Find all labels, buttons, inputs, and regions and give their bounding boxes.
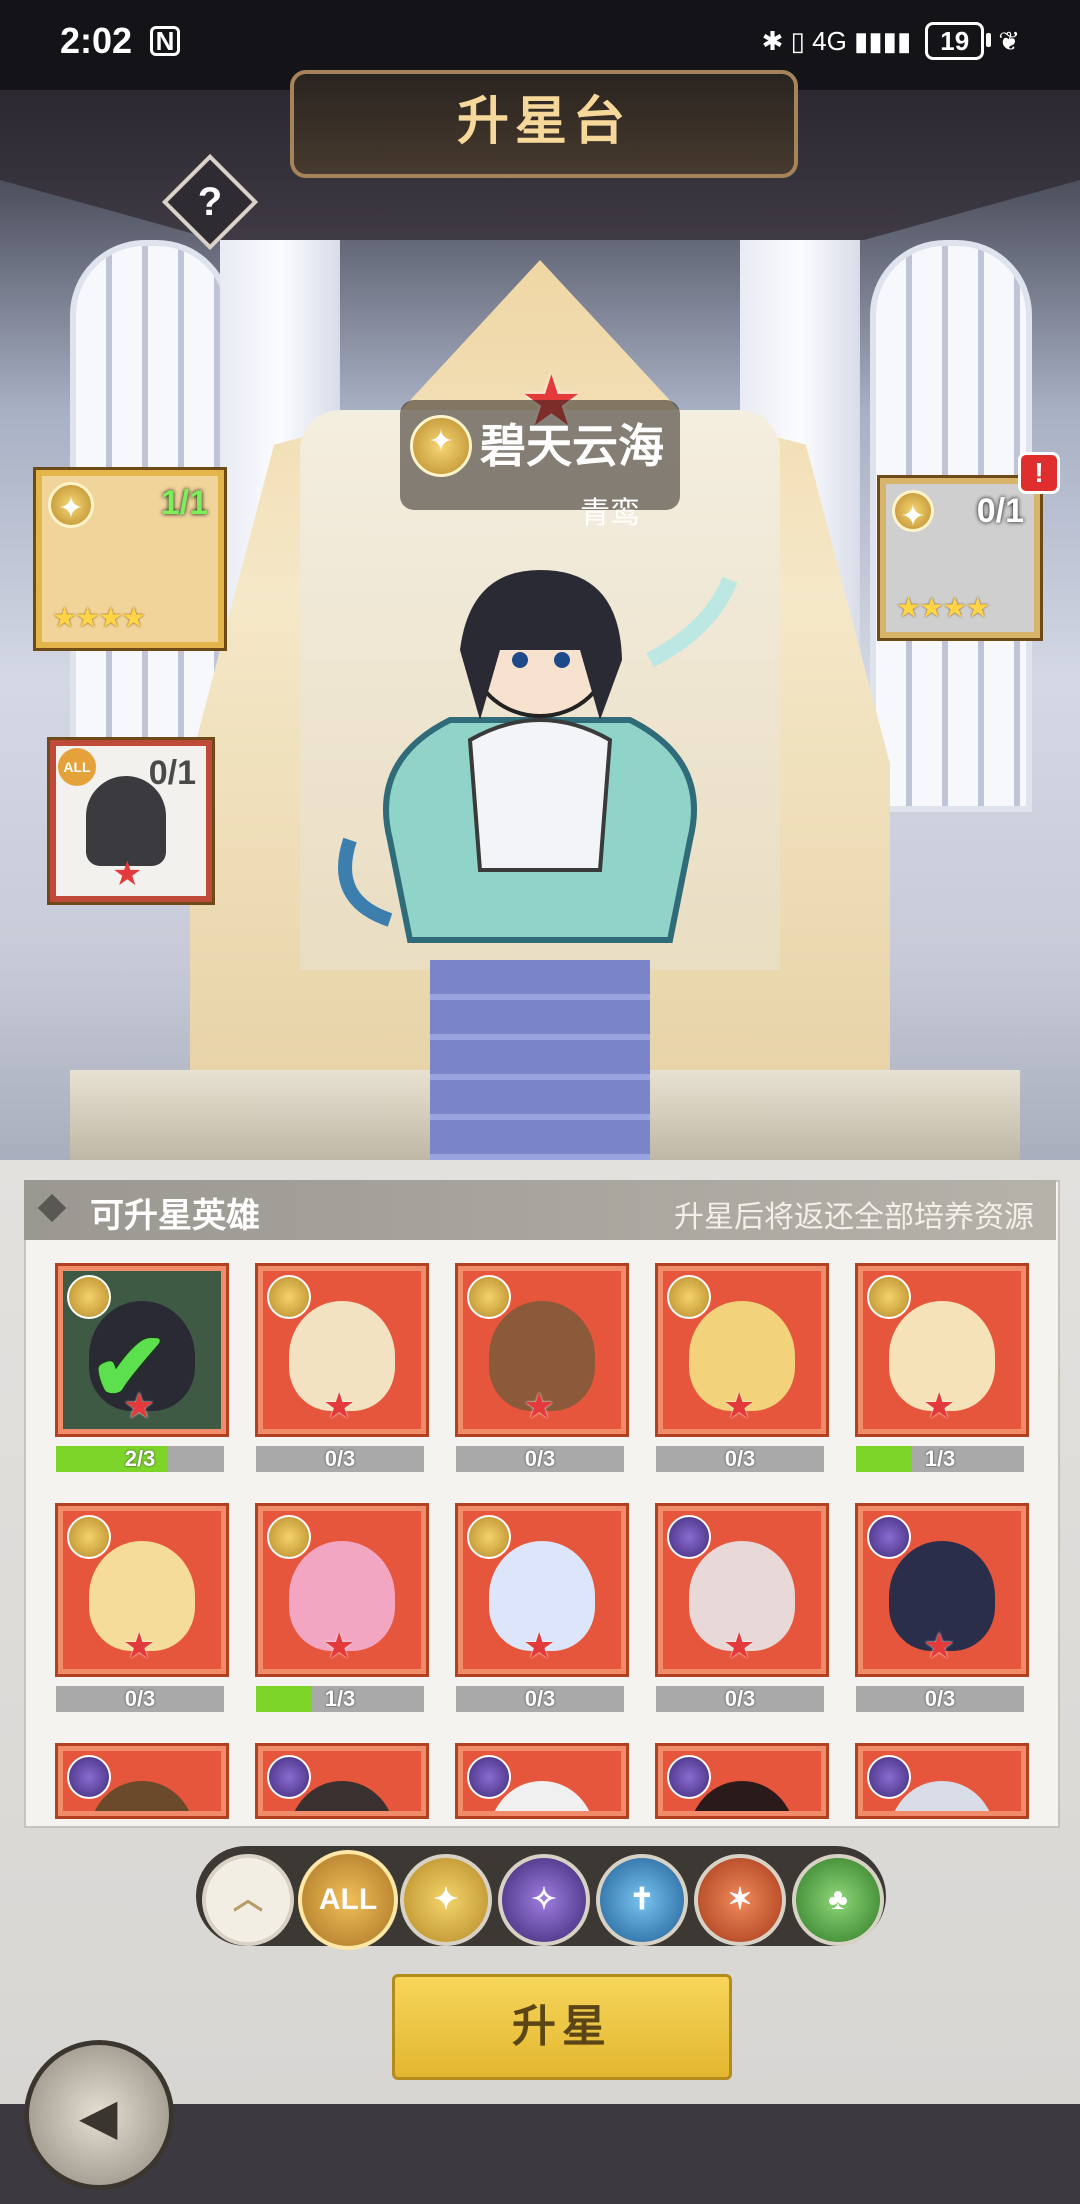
battery-icon: 19 [925, 22, 992, 60]
slot-count: 0/1 [148, 754, 196, 792]
hero-card[interactable] [858, 1746, 1026, 1816]
filter-faction-holy[interactable]: ✝ [596, 1854, 688, 1946]
faction-icon [892, 490, 934, 534]
faction-icon [467, 1755, 511, 1799]
leaf-icon: ❦ [998, 25, 1020, 56]
slot-count: 0/1 [976, 492, 1024, 530]
hero-name: 碧天云海 [480, 420, 664, 472]
hero-card[interactable]: ★ [458, 1266, 626, 1434]
helmet-icon [86, 776, 166, 866]
star-icon: ★ [523, 1385, 556, 1426]
progress-bar: 0/3 [456, 1446, 624, 1472]
hero-card[interactable] [658, 1746, 826, 1816]
hero-card[interactable]: ★ [458, 1506, 626, 1674]
progress-text: 1/3 [324, 1686, 356, 1711]
hero-card[interactable]: ★ ✔ [58, 1266, 226, 1434]
alert-badge: ! [1018, 452, 1060, 494]
faction-icon [67, 1515, 111, 1559]
faction-icon [267, 1275, 311, 1319]
progress-text: 0/3 [324, 1446, 356, 1471]
faction-icon [867, 1275, 911, 1319]
star-icon: ★ [923, 1625, 956, 1666]
hero-card[interactable]: ★ [858, 1506, 1026, 1674]
status-icons: ✱ ▯ 4G ▮▮▮▮ 19 ❦ [762, 22, 1020, 60]
faction-icon [267, 1515, 311, 1559]
progress-bar: 2/3 [56, 1446, 224, 1472]
hero-card[interactable] [258, 1746, 426, 1816]
faction-icon [667, 1755, 711, 1799]
signal-icons: ✱ ▯ 4G ▮▮▮▮ [761, 25, 912, 56]
progress-text: 0/3 [724, 1686, 756, 1711]
filter-faction-beast[interactable]: ✶ [694, 1854, 786, 1946]
filter-faction-light[interactable]: ✦ [400, 1854, 492, 1946]
filter-all[interactable]: ALL [298, 1850, 398, 1950]
faction-icon [48, 482, 94, 528]
nfc-icon: N [150, 26, 180, 56]
star-icon: ★ [123, 1625, 156, 1666]
progress-text: 0/3 [724, 1446, 756, 1471]
check-icon: ✔ [89, 1314, 170, 1421]
collapse-button[interactable]: ︿ [202, 1854, 294, 1946]
material-slot-right[interactable]: 0/1 ★★★★ [880, 478, 1040, 638]
clock: 2:02 [60, 20, 133, 61]
progress-bar: 0/3 [256, 1446, 424, 1472]
progress-text: 0/3 [524, 1446, 556, 1471]
question-icon: ? [197, 180, 223, 224]
material-slot-helm[interactable]: ALL 0/1 ★ [50, 740, 212, 902]
material-slot-left[interactable]: 1/1 ★★★★ [36, 470, 224, 648]
page-title: 升星台 [290, 70, 798, 178]
hero-card[interactable]: ★ [258, 1266, 426, 1434]
hero-card[interactable] [58, 1746, 226, 1816]
filter-faction-nature[interactable]: ♣ [792, 1854, 884, 1946]
progress-bar: 1/3 [856, 1446, 1024, 1472]
faction-icon [667, 1275, 711, 1319]
faction-icon [667, 1515, 711, 1559]
progress-text: 0/3 [524, 1686, 556, 1711]
progress-text: 0/3 [924, 1686, 956, 1711]
hero-card[interactable]: ★ [858, 1266, 1026, 1434]
progress-bar: 0/3 [56, 1686, 224, 1712]
progress-bar: 0/3 [656, 1686, 824, 1712]
hero-sprite [338, 570, 738, 943]
star-icon: ★ [923, 1385, 956, 1426]
battery-level: 19 [940, 26, 970, 56]
panel-note: 升星后将返还全部培养资源 [674, 1201, 1034, 1234]
hero-card[interactable] [458, 1746, 626, 1816]
progress-bar: 0/3 [456, 1686, 624, 1712]
faction-icon [67, 1755, 111, 1799]
star-icon: ★ [723, 1625, 756, 1666]
slot-stars: ★★★★ [52, 602, 146, 633]
star-icon: ★ [723, 1385, 756, 1426]
faction-icon [467, 1515, 511, 1559]
throne-steps [430, 960, 650, 1160]
faction-icon [467, 1275, 511, 1319]
all-badge: ALL [58, 748, 96, 786]
faction-icon [867, 1515, 911, 1559]
faction-icon [867, 1755, 911, 1799]
progress-bar: 1/3 [256, 1686, 424, 1712]
progress-text: 2/3 [124, 1446, 156, 1471]
hero-subname: 青鸾 [580, 497, 640, 530]
progress-bar: 0/3 [856, 1686, 1024, 1712]
filter-faction-dark[interactable]: ✧ [498, 1854, 590, 1946]
hero-card[interactable]: ★ [658, 1506, 826, 1674]
star-icon: ★ [323, 1625, 356, 1666]
star-icon: ★ [523, 1625, 556, 1666]
hero-card[interactable]: ★ [258, 1506, 426, 1674]
slot-count: 1/1 [160, 484, 208, 522]
slot-stars: ★★★★ [896, 592, 990, 623]
faction-icon [267, 1755, 311, 1799]
hero-card[interactable]: ★ [58, 1506, 226, 1674]
hero-card[interactable]: ★ [658, 1266, 826, 1434]
progress-text: 1/3 [924, 1446, 956, 1471]
star-icon: ★ [323, 1385, 356, 1426]
progress-text: 0/3 [124, 1686, 156, 1711]
back-button[interactable]: ◂ [24, 2040, 174, 2190]
panel-title: 可升星英雄 [90, 1197, 260, 1235]
star-up-button[interactable]: 升星 [392, 1974, 732, 2080]
star-icon: ★ [112, 855, 143, 893]
faction-icon [410, 415, 472, 477]
progress-bar: 0/3 [656, 1446, 824, 1472]
